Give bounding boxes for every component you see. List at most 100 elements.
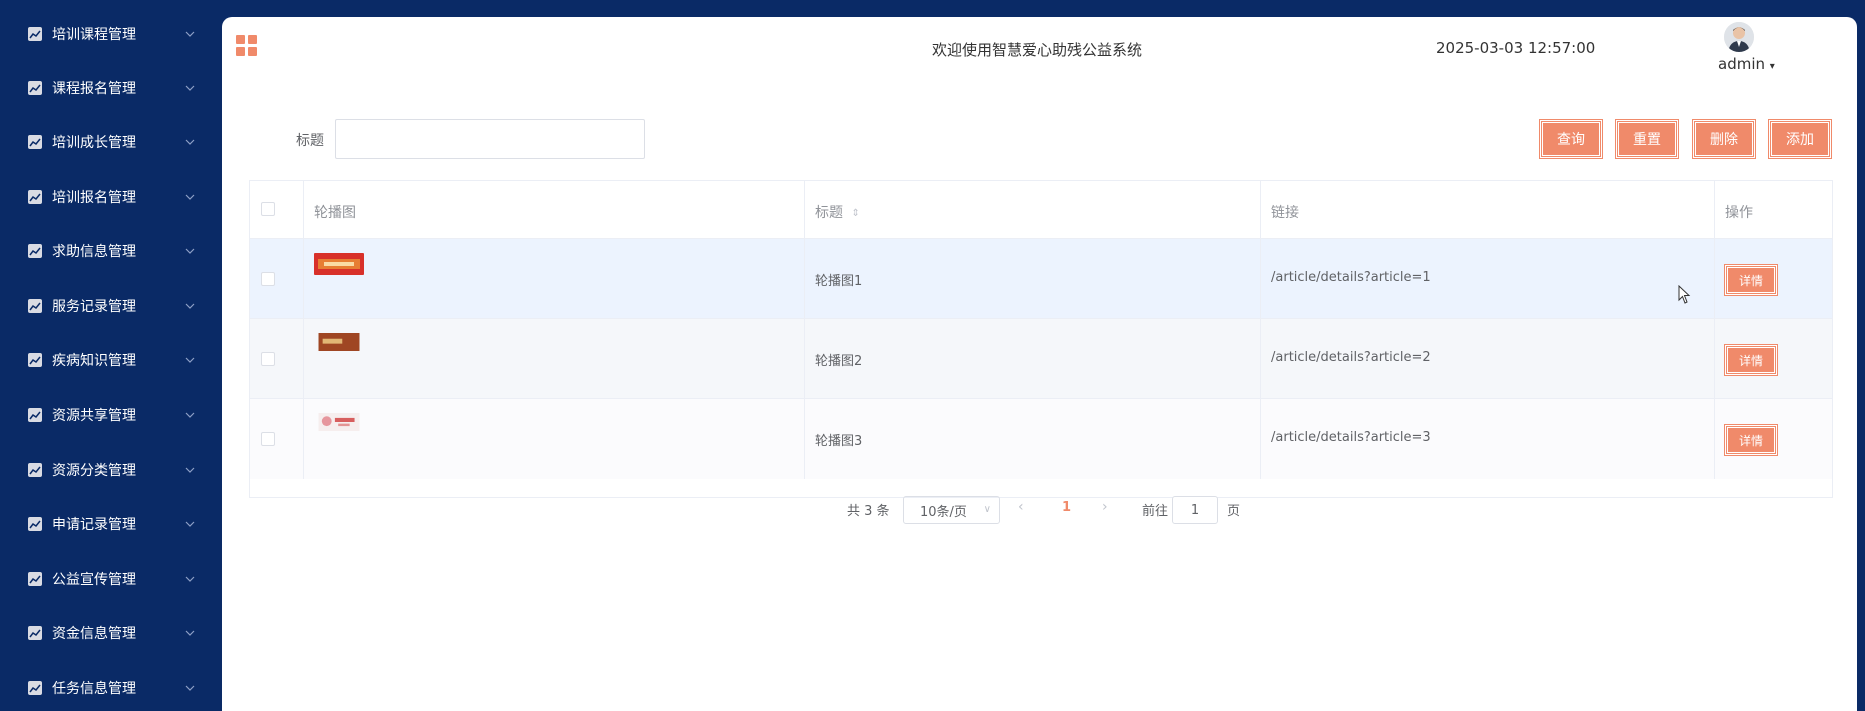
title-cell: 轮播图1 bbox=[805, 239, 1261, 318]
column-header-image: 轮播图 bbox=[314, 205, 356, 221]
header-cell[interactable]: 标题 ⇕ bbox=[805, 181, 1261, 238]
sidebar-item-training-growth[interactable]: 培训成长管理 bbox=[0, 115, 222, 169]
sidebar-item-label: 培训成长管理 bbox=[52, 135, 136, 151]
sidebar-item-label: 公益宣传管理 bbox=[52, 572, 136, 588]
select-all-checkbox[interactable] bbox=[261, 202, 275, 216]
delete-button[interactable]: 删除 bbox=[1692, 119, 1756, 159]
goto-page-input[interactable] bbox=[1172, 496, 1218, 524]
title-search-input[interactable] bbox=[335, 119, 645, 159]
page-size-value: 10条/页 bbox=[920, 504, 967, 520]
chevron-down-icon bbox=[185, 685, 195, 691]
header-select-cell bbox=[250, 181, 304, 238]
welcome-title: 欢迎使用智慧爱心助残公益系统 bbox=[932, 41, 1143, 59]
prev-page-icon[interactable]: ‹ bbox=[1018, 499, 1024, 515]
link-cell: /article/details?article=3 bbox=[1261, 399, 1715, 479]
sidebar-item-help-info[interactable]: 求助信息管理 bbox=[0, 224, 222, 278]
chevron-down-icon bbox=[185, 576, 195, 582]
table-row[interactable]: 轮播图2 /article/details?article=2 详情 bbox=[250, 319, 1832, 399]
sidebar-item-label: 资源共享管理 bbox=[52, 408, 136, 424]
query-button[interactable]: 查询 bbox=[1539, 119, 1603, 159]
caret-down-icon: ▾ bbox=[1769, 61, 1775, 72]
goto-label: 前往 bbox=[1142, 504, 1169, 519]
row-title: 轮播图2 bbox=[815, 354, 863, 369]
user-menu[interactable]: admin ▾ bbox=[1718, 55, 1775, 73]
sidebar-item-course-registration[interactable]: 课程报名管理 bbox=[0, 61, 222, 115]
row-link: /article/details?article=2 bbox=[1271, 350, 1431, 365]
chart-icon bbox=[28, 572, 42, 586]
sidebar-item-application-records[interactable]: 申请记录管理 bbox=[0, 497, 222, 551]
sidebar-item-label: 资源分类管理 bbox=[52, 463, 136, 479]
header-cell: 操作 bbox=[1715, 181, 1832, 238]
image-cell bbox=[304, 319, 805, 398]
header-cell: 链接 bbox=[1261, 181, 1715, 238]
detail-button[interactable]: 详情 bbox=[1724, 344, 1778, 376]
chart-icon bbox=[28, 299, 42, 313]
main-panel: 欢迎使用智慧爱心助残公益系统 2025-03-03 12:57:00 admin… bbox=[222, 17, 1857, 711]
chart-icon bbox=[28, 81, 42, 95]
column-header-actions: 操作 bbox=[1725, 205, 1753, 221]
current-page[interactable]: 1 bbox=[1062, 500, 1071, 515]
avatar[interactable] bbox=[1724, 22, 1754, 52]
column-header-link: 链接 bbox=[1271, 205, 1299, 221]
column-header-title-wrap: 标题 ⇕ bbox=[815, 202, 860, 222]
chevron-down-icon bbox=[185, 248, 195, 254]
add-button[interactable]: 添加 bbox=[1768, 119, 1832, 159]
row-checkbox[interactable] bbox=[261, 272, 275, 286]
sidebar-item-label: 课程报名管理 bbox=[52, 81, 136, 97]
sidebar-item-resource-sharing[interactable]: 资源共享管理 bbox=[0, 388, 222, 442]
sidebar-item-service-records[interactable]: 服务记录管理 bbox=[0, 279, 222, 333]
sidebar-item-training-registration[interactable]: 培训报名管理 bbox=[0, 170, 222, 224]
detail-button[interactable]: 详情 bbox=[1724, 264, 1778, 296]
sidebar-item-training-courses[interactable]: 培训课程管理 bbox=[0, 7, 222, 61]
row-title: 轮播图3 bbox=[815, 434, 863, 449]
header-cell: 轮播图 bbox=[304, 181, 805, 238]
reset-button[interactable]: 重置 bbox=[1615, 119, 1679, 159]
page-suffix: 页 bbox=[1227, 504, 1241, 519]
sidebar-item-disease-knowledge[interactable]: 疾病知识管理 bbox=[0, 333, 222, 387]
row-checkbox[interactable] bbox=[261, 352, 275, 366]
mouse-cursor-icon bbox=[1678, 285, 1691, 304]
carousel-thumbnail-2 bbox=[318, 333, 360, 351]
action-cell: 详情 bbox=[1715, 399, 1832, 479]
next-page-icon[interactable]: › bbox=[1102, 499, 1108, 515]
page-size-select[interactable]: 10条/页 ∨ bbox=[903, 496, 1000, 524]
action-cell: 详情 bbox=[1715, 319, 1832, 398]
sidebar-item-charity-promotion[interactable]: 公益宣传管理 bbox=[0, 552, 222, 606]
row-checkbox[interactable] bbox=[261, 432, 275, 446]
chevron-down-icon bbox=[185, 412, 195, 418]
table-row[interactable]: 轮播图1 /article/details?article=1 详情 bbox=[250, 239, 1832, 319]
sidebar-item-label: 资金信息管理 bbox=[52, 626, 136, 642]
row-link: /article/details?article=3 bbox=[1271, 430, 1431, 445]
select-cell bbox=[250, 399, 304, 479]
sort-icon[interactable]: ⇕ bbox=[851, 208, 859, 219]
sidebar-item-label: 培训课程管理 bbox=[52, 27, 136, 43]
chevron-down-icon bbox=[185, 630, 195, 636]
link-cell: /article/details?article=2 bbox=[1261, 319, 1715, 398]
table-header: 轮播图 标题 ⇕ 链接 操作 bbox=[250, 181, 1832, 239]
sidebar-item-funding-info[interactable]: 资金信息管理 bbox=[0, 606, 222, 660]
sidebar-item-task-info[interactable]: 任务信息管理 bbox=[0, 661, 222, 711]
chevron-down-icon bbox=[185, 31, 195, 37]
grid-menu-icon[interactable] bbox=[236, 35, 258, 57]
chart-icon bbox=[28, 626, 42, 640]
row-title: 轮播图1 bbox=[815, 274, 863, 289]
chevron-down-icon bbox=[185, 521, 195, 527]
sidebar-item-resource-category[interactable]: 资源分类管理 bbox=[0, 443, 222, 497]
chart-icon bbox=[28, 681, 42, 695]
chevron-down-icon bbox=[185, 357, 195, 363]
username: admin bbox=[1718, 55, 1765, 73]
carousel-table: 轮播图 标题 ⇕ 链接 操作 轮播图1 /article/details?art… bbox=[249, 180, 1833, 498]
chevron-down-icon bbox=[185, 194, 195, 200]
chevron-down-icon: ∨ bbox=[983, 504, 991, 515]
chart-icon bbox=[28, 135, 42, 149]
chevron-down-icon bbox=[185, 139, 195, 145]
chevron-down-icon bbox=[185, 85, 195, 91]
sidebar-item-label: 服务记录管理 bbox=[52, 299, 136, 315]
table-row[interactable]: 轮播图3 /article/details?article=3 详情 bbox=[250, 399, 1832, 479]
detail-button[interactable]: 详情 bbox=[1724, 424, 1778, 456]
column-header-title: 标题 bbox=[815, 205, 843, 221]
sidebar-item-label: 培训报名管理 bbox=[52, 190, 136, 206]
sidebar-item-label: 疾病知识管理 bbox=[52, 353, 136, 369]
link-cell: /article/details?article=1 bbox=[1261, 239, 1715, 318]
carousel-thumbnail-3 bbox=[318, 413, 360, 431]
